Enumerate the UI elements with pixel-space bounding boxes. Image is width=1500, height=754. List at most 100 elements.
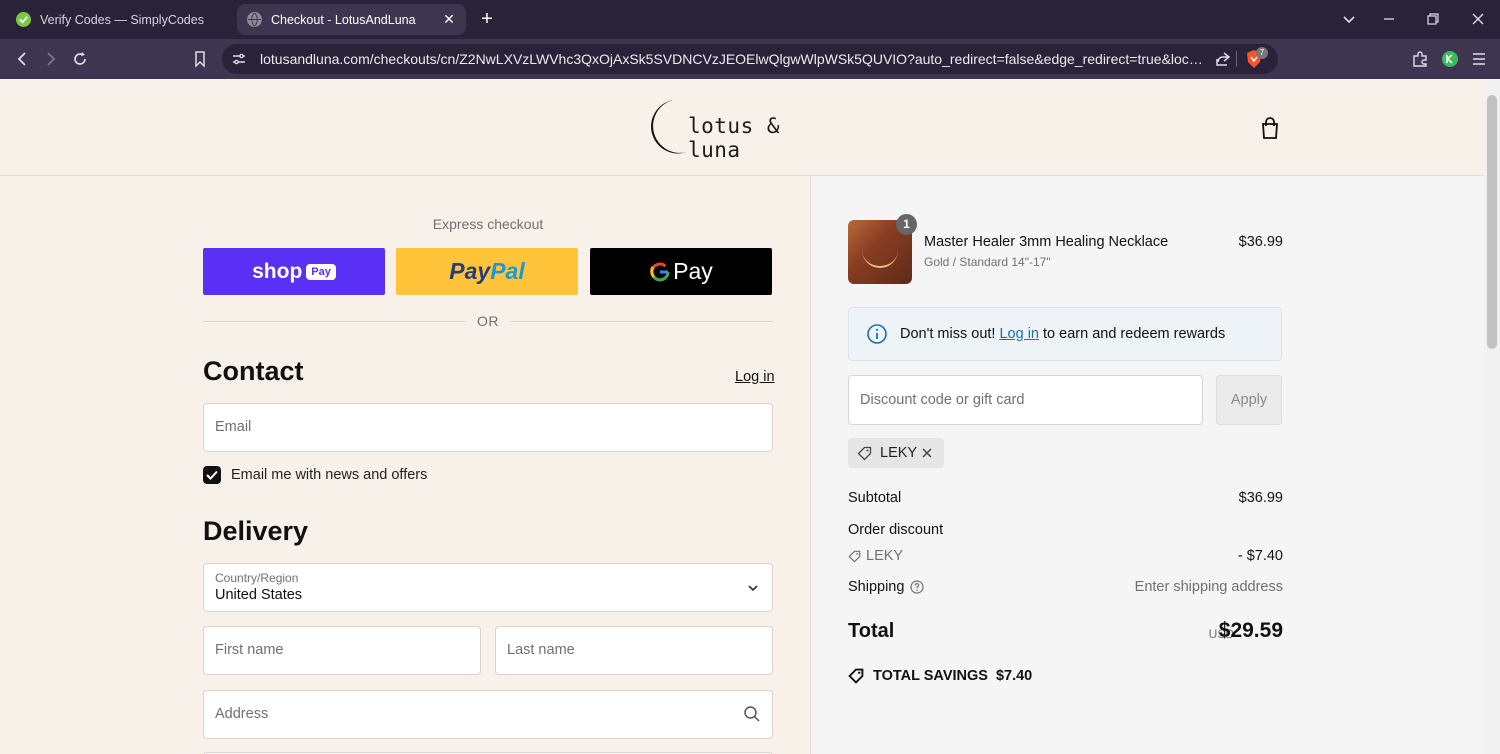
moon-lotus-icon [651, 100, 687, 154]
shop-pay-label: shop [252, 259, 303, 283]
discount-code-input[interactable]: Discount code or gift card [848, 375, 1203, 425]
country-value: United States [215, 587, 303, 603]
country-label: Country/Region [215, 571, 299, 585]
info-icon [867, 324, 887, 344]
wallet-extension-icon[interactable] [1440, 49, 1460, 69]
total-label: Total [848, 620, 895, 642]
last-name-placeholder: Last name [507, 642, 575, 658]
first-name-placeholder: First name [215, 642, 284, 658]
page-scrollbar[interactable] [1484, 79, 1500, 754]
savings-label: TOTAL SAVINGS [873, 668, 988, 684]
share-icon[interactable] [1214, 50, 1232, 68]
close-window-icon[interactable] [1467, 8, 1489, 30]
address-field[interactable]: Address [203, 690, 773, 739]
browser-toolbar: lotusandluna.com/checkouts/cn/Z2NwLXVzLW… [0, 39, 1500, 79]
subtotal-label: Subtotal [848, 490, 902, 506]
paypal-label-a: Pay [449, 258, 491, 284]
help-icon[interactable] [910, 580, 925, 594]
paypal-label-b: Pal [490, 258, 525, 284]
email-placeholder: Email [215, 419, 252, 435]
discount-placeholder: Discount code or gift card [860, 392, 1025, 408]
globe-favicon-icon [247, 12, 262, 27]
tag-icon [848, 550, 861, 563]
discount-code-name: LEKY [866, 548, 904, 564]
paypal-button[interactable]: Pay Pal [396, 248, 578, 295]
rewards-text-before: Don't miss out! [900, 326, 996, 342]
scrollbar-thumb[interactable] [1487, 95, 1497, 349]
email-field[interactable]: Email [203, 403, 773, 452]
checkout-form: Express checkout shop Pay Pay Pal Pay OR … [0, 176, 810, 754]
menu-icon[interactable] [1469, 49, 1489, 69]
chevron-down-icon [748, 585, 758, 592]
discount-code-row: LEKY [848, 548, 903, 564]
restore-icon[interactable] [1422, 8, 1444, 30]
total-value: $29.59 [1218, 619, 1283, 642]
shields-count-badge: 7 [1256, 47, 1268, 59]
brave-shields-icon[interactable]: 7 [1245, 47, 1268, 69]
shop-pay-pill: Pay [306, 263, 336, 280]
product-variant: Gold / Standard 14"-17" [924, 255, 1051, 269]
reload-icon[interactable] [70, 49, 90, 69]
rewards-login-link[interactable]: Log in [999, 326, 1039, 342]
tab-simplycodes[interactable]: Verify Codes — SimplyCodes [8, 4, 230, 35]
minimize-icon[interactable] [1378, 8, 1400, 30]
tab-checkout[interactable]: Checkout - LotusAndLuna ✕ [237, 4, 466, 35]
contact-heading: Contact [203, 356, 304, 386]
store-logo[interactable]: lotus & luna [643, 98, 843, 162]
remove-code-icon[interactable] [920, 446, 934, 460]
checkmark-icon [206, 470, 218, 480]
delivery-heading: Delivery [203, 516, 309, 546]
address-placeholder: Address [215, 706, 269, 722]
browser-tab-bar: Verify Codes — SimplyCodes Checkout - Lo… [0, 0, 1500, 39]
url-bar[interactable]: lotusandluna.com/checkouts/cn/Z2NwLXVzLW… [222, 44, 1278, 74]
news-offers-label: Email me with news and offers [231, 467, 428, 483]
store-header: lotus & luna [0, 79, 1484, 176]
first-name-field[interactable]: First name [203, 626, 481, 675]
rewards-text-after: to earn and redeem rewards [1043, 326, 1226, 342]
last-name-field[interactable]: Last name [495, 626, 773, 675]
necklace-image [862, 250, 898, 268]
express-checkout-title: Express checkout [432, 216, 544, 232]
order-summary: 1 Master Healer 3mm Healing Necklace Gol… [810, 176, 1484, 754]
shop-pay-button[interactable]: shop Pay [203, 248, 385, 295]
applied-code-text: LEKY [880, 445, 918, 461]
forward-icon[interactable] [41, 49, 61, 69]
extensions-icon[interactable] [1410, 49, 1430, 69]
contact-login-link[interactable]: Log in [735, 369, 775, 385]
shipping-row: Shipping [848, 579, 925, 595]
search-icon [744, 706, 760, 722]
google-pay-button[interactable]: Pay [590, 248, 772, 295]
back-icon[interactable] [12, 49, 32, 69]
close-tab-icon[interactable]: ✕ [442, 12, 456, 26]
bookmark-icon[interactable] [190, 49, 210, 69]
order-discount-label: Order discount [848, 522, 944, 538]
total-savings: TOTAL SAVINGS $7.40 [848, 668, 1032, 684]
url-divider [1236, 51, 1237, 67]
country-select[interactable]: Country/Region United States [203, 563, 773, 612]
google-pay-label: Pay [673, 258, 713, 284]
new-tab-button[interactable]: + [477, 9, 497, 29]
shopping-bag-icon[interactable] [1259, 116, 1281, 140]
tab-title: Checkout - LotusAndLuna [271, 12, 416, 27]
google-g-icon [650, 262, 670, 281]
site-settings-icon[interactable] [230, 50, 248, 68]
product-price: $36.99 [1238, 234, 1283, 250]
apply-discount-button[interactable]: Apply [1216, 375, 1282, 425]
tag-icon [857, 446, 872, 461]
applied-code-chip: LEKY [848, 438, 944, 468]
rewards-banner: Don't miss out! Log in to earn and redee… [848, 307, 1282, 361]
logo-text: lotus & luna [688, 114, 781, 162]
url-text[interactable]: lotusandluna.com/checkouts/cn/Z2NwLXVzLW… [260, 51, 1205, 67]
discount-value: - $7.40 [1237, 548, 1283, 564]
shipping-value: Enter shipping address [1134, 579, 1283, 595]
savings-tag-icon [848, 668, 864, 684]
product-name: Master Healer 3mm Healing Necklace [924, 234, 1169, 250]
quantity-badge: 1 [896, 214, 917, 235]
rewards-text: Don't miss out! Log in to earn and redee… [900, 326, 1225, 342]
tab-title: Verify Codes — SimplyCodes [40, 12, 204, 27]
tab-list-chevron-icon[interactable] [1338, 8, 1360, 30]
or-text: OR [466, 313, 510, 329]
news-offers-checkbox[interactable] [203, 466, 221, 484]
savings-value: $7.40 [995, 668, 1033, 684]
subtotal-value: $36.99 [1238, 490, 1283, 506]
